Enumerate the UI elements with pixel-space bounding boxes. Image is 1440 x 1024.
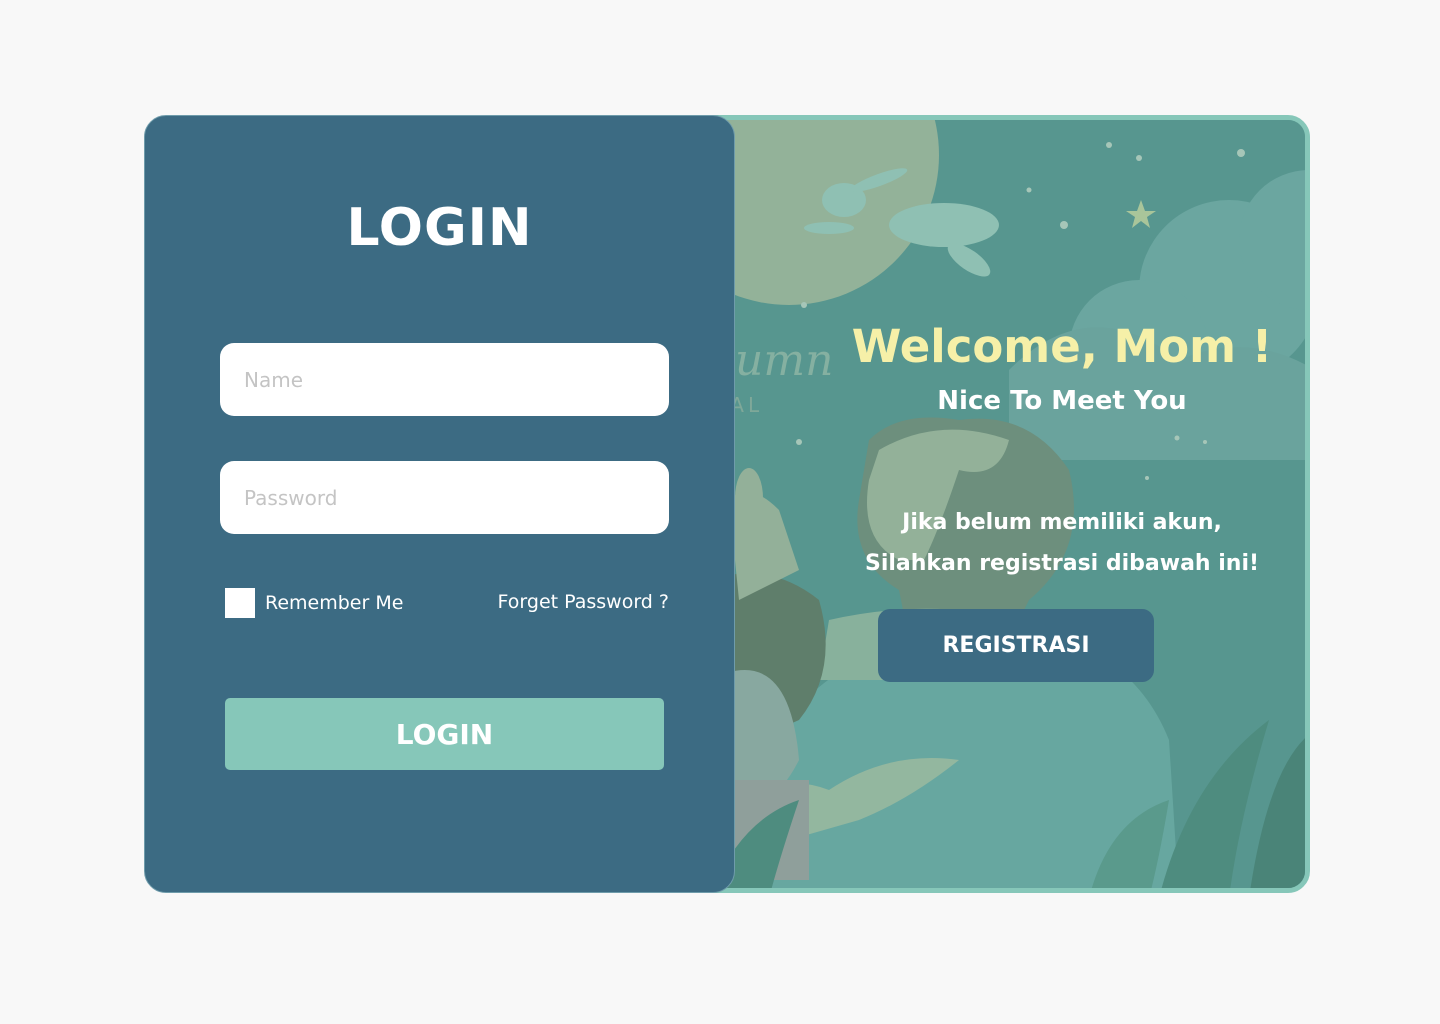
password-input[interactable] (220, 461, 669, 534)
login-button[interactable]: LOGIN (225, 698, 664, 770)
remember-me-checkbox[interactable] (225, 588, 255, 618)
name-input[interactable] (220, 343, 669, 416)
welcome-panel: utumn IVAL (704, 115, 1310, 893)
login-title: LOGIN (346, 198, 533, 258)
register-info-line-2: Silahkan registrasi dibawah ini! (864, 551, 1260, 576)
register-info-line-1: Jika belum memiliki akun, (902, 510, 1222, 535)
remember-me-label: Remember Me (265, 592, 404, 614)
welcome-text-group: Welcome, Mom ! Nice To Meet You Jika bel… (709, 120, 1305, 888)
login-panel: LOGIN Remember Me Forget Password ? LOGI… (144, 115, 735, 893)
register-button[interactable]: REGISTRASI (878, 609, 1154, 682)
register-info: Jika belum memiliki akun, Silahkan regis… (709, 502, 1305, 584)
login-card: utumn IVAL (144, 115, 1310, 893)
forget-password-link[interactable]: Forget Password ? (491, 591, 669, 613)
welcome-heading: Welcome, Mom ! (851, 320, 1273, 373)
remember-me[interactable]: Remember Me (225, 588, 403, 618)
welcome-subtitle: Nice To Meet You (937, 386, 1187, 416)
